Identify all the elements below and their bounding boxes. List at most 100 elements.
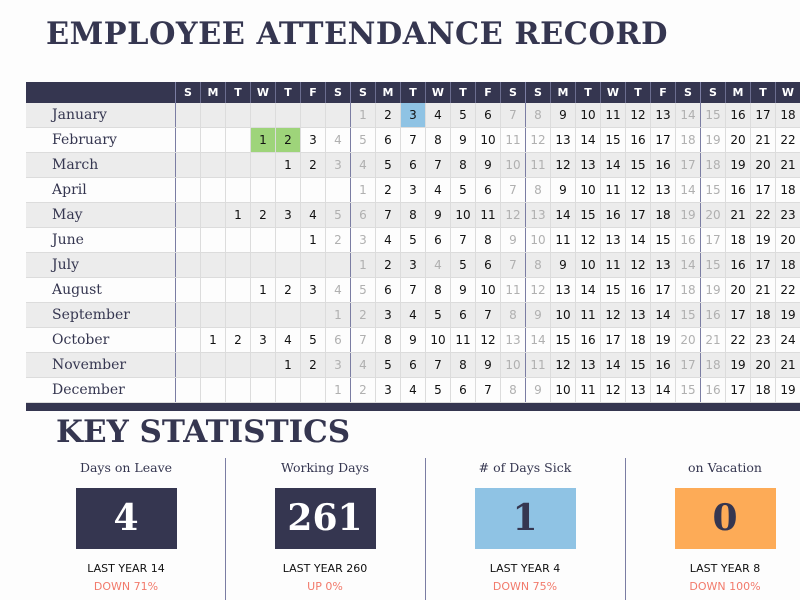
day-cell[interactable]: 1 xyxy=(350,178,375,202)
day-cell[interactable]: 2 xyxy=(225,328,250,352)
day-cell[interactable]: 18 xyxy=(750,303,775,327)
day-cell[interactable]: 11 xyxy=(475,203,500,227)
day-cell[interactable]: 7 xyxy=(475,378,500,402)
day-cell[interactable]: 14 xyxy=(575,278,600,302)
day-cell[interactable]: 3 xyxy=(325,153,350,177)
day-cell[interactable]: 2 xyxy=(250,203,275,227)
day-cell[interactable]: 7 xyxy=(500,253,525,277)
day-cell[interactable]: 7 xyxy=(425,153,450,177)
day-cell[interactable]: 9 xyxy=(475,353,500,377)
day-cell[interactable]: 3 xyxy=(375,303,400,327)
day-cell[interactable]: 1 xyxy=(300,228,325,252)
day-cell[interactable]: 10 xyxy=(475,278,500,302)
day-cell[interactable]: 4 xyxy=(350,353,375,377)
day-cell[interactable]: 19 xyxy=(650,328,675,352)
day-cell[interactable]: 14 xyxy=(675,103,700,127)
day-cell[interactable]: 9 xyxy=(525,303,550,327)
day-cell[interactable]: 18 xyxy=(775,253,800,277)
day-cell[interactable]: 5 xyxy=(450,103,475,127)
day-cell[interactable]: 11 xyxy=(525,153,550,177)
day-cell[interactable]: 11 xyxy=(600,253,625,277)
day-cell[interactable]: 1 xyxy=(200,328,225,352)
day-cell[interactable]: 8 xyxy=(375,328,400,352)
day-cell[interactable]: 16 xyxy=(650,153,675,177)
day-cell[interactable]: 14 xyxy=(550,203,575,227)
day-cell[interactable]: 9 xyxy=(525,378,550,402)
day-cell[interactable]: 6 xyxy=(325,328,350,352)
day-cell[interactable]: 20 xyxy=(725,278,750,302)
day-cell[interactable]: 2 xyxy=(275,128,300,152)
day-cell[interactable]: 3 xyxy=(375,378,400,402)
day-cell[interactable]: 20 xyxy=(675,328,700,352)
day-cell[interactable]: 16 xyxy=(650,353,675,377)
day-cell[interactable]: 18 xyxy=(725,228,750,252)
day-cell[interactable]: 8 xyxy=(400,203,425,227)
day-cell[interactable]: 7 xyxy=(450,228,475,252)
day-cell[interactable]: 20 xyxy=(750,153,775,177)
day-cell[interactable]: 18 xyxy=(750,378,775,402)
day-cell[interactable]: 3 xyxy=(275,203,300,227)
day-cell[interactable]: 22 xyxy=(725,328,750,352)
day-cell[interactable]: 8 xyxy=(450,353,475,377)
day-cell[interactable]: 10 xyxy=(475,128,500,152)
day-cell[interactable]: 9 xyxy=(500,228,525,252)
day-cell[interactable]: 12 xyxy=(550,353,575,377)
day-cell[interactable]: 16 xyxy=(600,203,625,227)
day-cell[interactable]: 8 xyxy=(500,378,525,402)
day-cell[interactable]: 6 xyxy=(375,128,400,152)
day-cell[interactable]: 18 xyxy=(650,203,675,227)
day-cell[interactable]: 15 xyxy=(600,128,625,152)
day-cell[interactable]: 11 xyxy=(500,278,525,302)
day-cell[interactable]: 3 xyxy=(300,128,325,152)
day-cell[interactable]: 15 xyxy=(700,103,725,127)
day-cell[interactable]: 21 xyxy=(775,353,800,377)
day-cell[interactable]: 11 xyxy=(500,128,525,152)
day-cell[interactable]: 6 xyxy=(375,278,400,302)
day-cell[interactable]: 10 xyxy=(550,303,575,327)
day-cell[interactable]: 4 xyxy=(425,103,450,127)
day-cell[interactable]: 12 xyxy=(575,228,600,252)
day-cell[interactable]: 18 xyxy=(675,128,700,152)
day-cell[interactable]: 20 xyxy=(750,353,775,377)
day-cell[interactable]: 11 xyxy=(600,178,625,202)
day-cell[interactable]: 2 xyxy=(375,253,400,277)
day-cell[interactable]: 14 xyxy=(625,228,650,252)
day-cell[interactable]: 7 xyxy=(375,203,400,227)
day-cell[interactable]: 3 xyxy=(400,103,425,127)
day-cell[interactable]: 11 xyxy=(575,303,600,327)
day-cell[interactable]: 19 xyxy=(725,353,750,377)
day-cell[interactable]: 12 xyxy=(525,278,550,302)
day-cell[interactable]: 4 xyxy=(350,153,375,177)
day-cell[interactable]: 21 xyxy=(725,203,750,227)
day-cell[interactable]: 14 xyxy=(650,303,675,327)
day-cell[interactable]: 9 xyxy=(475,153,500,177)
day-cell[interactable]: 8 xyxy=(525,103,550,127)
day-cell[interactable]: 7 xyxy=(400,128,425,152)
day-cell[interactable]: 18 xyxy=(700,153,725,177)
day-cell[interactable]: 4 xyxy=(275,328,300,352)
day-cell[interactable]: 17 xyxy=(700,228,725,252)
day-cell[interactable]: 13 xyxy=(625,378,650,402)
day-cell[interactable]: 8 xyxy=(475,228,500,252)
day-cell[interactable]: 2 xyxy=(275,278,300,302)
day-cell[interactable]: 13 xyxy=(575,153,600,177)
day-cell[interactable]: 18 xyxy=(625,328,650,352)
day-cell[interactable]: 11 xyxy=(450,328,475,352)
day-cell[interactable]: 4 xyxy=(300,203,325,227)
day-cell[interactable]: 12 xyxy=(600,303,625,327)
day-cell[interactable]: 5 xyxy=(450,253,475,277)
day-cell[interactable]: 20 xyxy=(725,128,750,152)
day-cell[interactable]: 11 xyxy=(550,228,575,252)
day-cell[interactable]: 2 xyxy=(375,103,400,127)
day-cell[interactable]: 24 xyxy=(775,328,800,352)
day-cell[interactable]: 17 xyxy=(750,103,775,127)
day-cell[interactable]: 21 xyxy=(750,128,775,152)
day-cell[interactable]: 1 xyxy=(325,378,350,402)
day-cell[interactable]: 15 xyxy=(575,203,600,227)
day-cell[interactable]: 15 xyxy=(700,178,725,202)
day-cell[interactable]: 16 xyxy=(725,103,750,127)
day-cell[interactable]: 4 xyxy=(325,128,350,152)
day-cell[interactable]: 6 xyxy=(450,303,475,327)
day-cell[interactable]: 16 xyxy=(675,228,700,252)
day-cell[interactable]: 5 xyxy=(425,303,450,327)
